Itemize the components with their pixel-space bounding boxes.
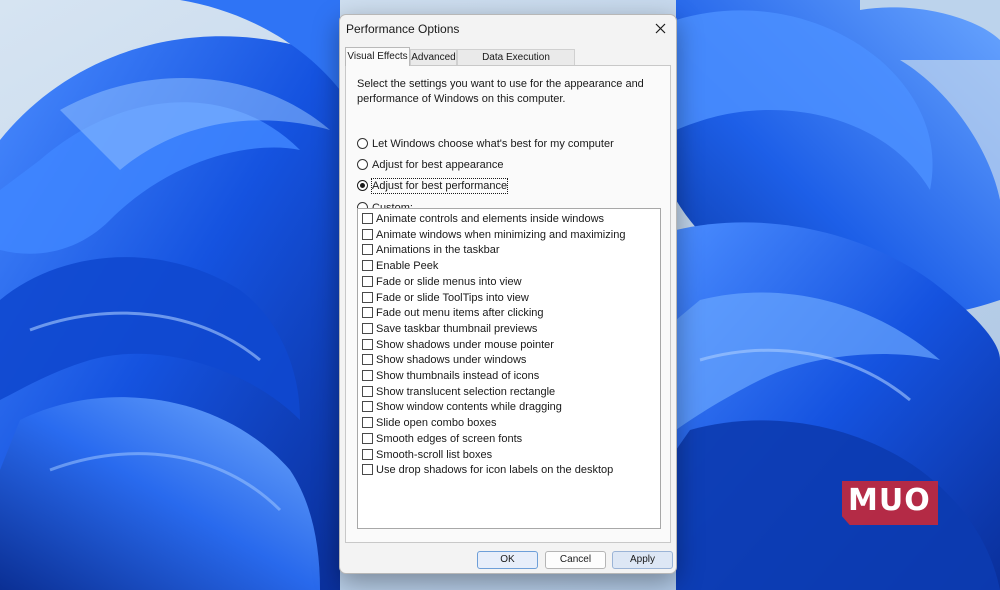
checkbox-label: Enable Peek: [376, 260, 439, 273]
tab-strip: Visual Effects Advanced Data Execution P…: [345, 47, 671, 79]
close-icon: [655, 23, 666, 34]
checkbox-label: Smooth-scroll list boxes: [376, 448, 493, 461]
checkbox[interactable]: [362, 401, 373, 413]
checkbox[interactable]: [362, 448, 373, 460]
checkbox[interactable]: [362, 385, 373, 397]
checkbox-label: Show translucent selection rectangle: [376, 385, 556, 398]
checkbox[interactable]: [362, 275, 373, 287]
checkbox[interactable]: [362, 464, 373, 476]
radio-label: Adjust for best appearance: [372, 159, 504, 171]
checkbox[interactable]: [362, 432, 373, 444]
checkbox[interactable]: [362, 228, 373, 240]
checkbox-label: Slide open combo boxes: [376, 417, 497, 430]
apply-button[interactable]: Apply: [612, 551, 673, 569]
radio-button-selected[interactable]: [357, 180, 368, 191]
visual-effects-panel: Select the settings you want to use for …: [345, 65, 671, 543]
tab-visual-effects[interactable]: Visual Effects: [345, 47, 410, 66]
radio-label: Adjust for best performance: [370, 178, 509, 194]
checkbox-label: Use drop shadows for icon labels on the …: [376, 464, 614, 477]
radio-label: Let Windows choose what's best for my co…: [372, 138, 614, 150]
radio-button[interactable]: [357, 159, 368, 170]
tab-data-execution-prevention[interactable]: Data Execution Prevention: [457, 49, 575, 79]
checkbox[interactable]: [362, 260, 373, 272]
dialog-title: Performance Options: [346, 22, 460, 36]
effects-checklist[interactable]: Animate controls and elements inside win…: [357, 208, 661, 529]
radio-button[interactable]: [357, 138, 368, 149]
checkbox-label: Show thumbnails instead of icons: [376, 370, 540, 382]
checkbox-label: Save taskbar thumbnail previews: [376, 322, 538, 335]
checkbox[interactable]: [362, 244, 373, 256]
checkbox-label: Animations in the taskbar: [376, 244, 500, 257]
checkbox-label: Show shadows under windows: [376, 354, 527, 367]
ok-button[interactable]: OK: [477, 551, 538, 569]
checkbox[interactable]: [362, 213, 373, 224]
checkbox[interactable]: [362, 370, 373, 381]
checkbox-label: Animate windows when minimizing and maxi…: [376, 228, 626, 241]
title-bar[interactable]: Performance Options: [340, 15, 676, 43]
checkbox-label: Show shadows under mouse pointer: [376, 338, 554, 351]
tab-advanced[interactable]: Advanced: [410, 49, 457, 65]
muo-watermark: MUO: [842, 481, 938, 525]
checkbox[interactable]: [362, 291, 373, 303]
checkbox-label: Fade out menu items after clicking: [376, 307, 544, 320]
performance-options-dialog: Performance Options Visual Effects Advan…: [339, 14, 677, 574]
checkbox-label: Fade or slide menus into view: [376, 275, 522, 288]
checkbox[interactable]: [362, 338, 373, 350]
description-text: Select the settings you want to use for …: [357, 78, 644, 105]
checkbox[interactable]: [362, 417, 373, 429]
checkbox[interactable]: [362, 307, 373, 319]
checkbox-label: Show window contents while dragging: [376, 401, 562, 414]
close-button[interactable]: [646, 15, 676, 43]
checkbox-label: Smooth edges of screen fonts: [376, 432, 523, 445]
checkbox[interactable]: [362, 354, 373, 366]
checkbox-label: Animate controls and elements inside win…: [376, 213, 605, 225]
checkbox[interactable]: [362, 322, 373, 334]
cancel-button[interactable]: Cancel: [545, 551, 606, 569]
checkbox-label: Fade or slide ToolTips into view: [376, 291, 529, 304]
watermark-text: MUO: [848, 483, 931, 518]
